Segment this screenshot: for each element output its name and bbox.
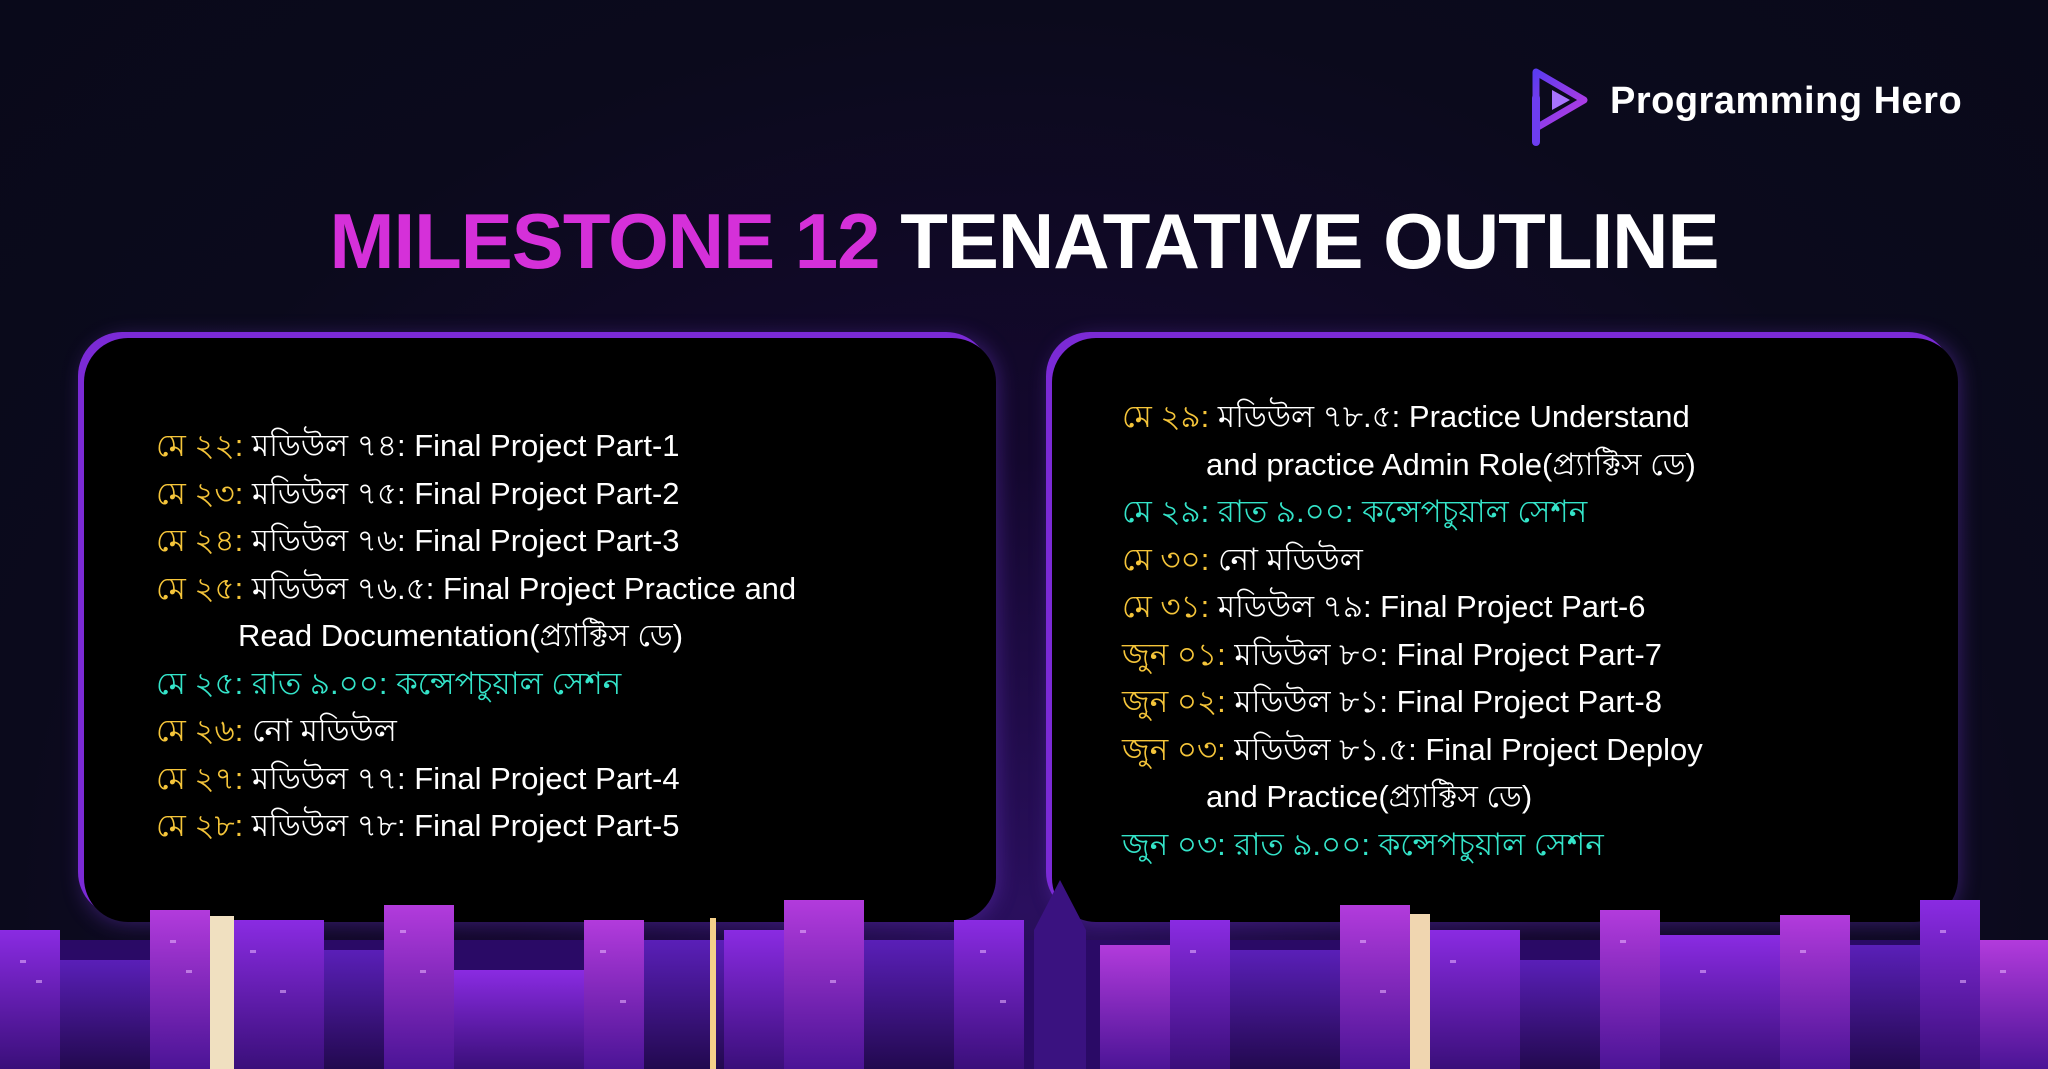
title-main: TENATATIVE OUTLINE (900, 197, 1719, 285)
play-triangle-icon (1532, 68, 1588, 146)
entry-text: মডিউল ৭৮.৫: Practice Understand (1217, 399, 1690, 434)
banner: Programming Hero MILESTONE 12 TENATATIVE… (0, 0, 2048, 1069)
schedule-entry-conceptual: জুন ০৩: রাত ৯.০০: কন্সেপচুয়াল সেশন (1122, 821, 1703, 869)
entry-date: মে ৩০: (1122, 541, 1210, 577)
schedule-entry: মে ২৬: নো মডিউল (156, 707, 796, 755)
entry-text: মডিউল ৭৯: Final Project Part-6 (1217, 589, 1646, 624)
entry-text: মডিউল ৭৬.৫: Final Project Practice and (251, 570, 797, 606)
entry-continuation: Read Documentation(প্র্যাক্টিস ডে) (238, 618, 684, 653)
schedule-entry: মে ৩১: মডিউল ৭৯: Final Project Part-6 (1122, 583, 1703, 631)
title-accent: MILESTONE 12 (329, 197, 880, 285)
schedule-entry: মে ২৫: মডিউল ৭৬.৫: Final Project Practic… (156, 565, 796, 660)
schedule-entry-conceptual: মে ২৯: রাত ৯.০০: কন্সেপচুয়াল সেশন (1122, 488, 1703, 536)
entry-text: মডিউল ৭৪: Final Project Part-1 (251, 428, 680, 463)
entry-continuation: and practice Admin Role(প্র্যাক্টিস ডে) (1206, 446, 1696, 482)
entry-date: মে ২৯: (1122, 399, 1210, 434)
schedule-entry: মে ২৮: মডিউল ৭৮: Final Project Part-5 (156, 802, 796, 850)
entry-text: মডিউল ৮০: Final Project Part-7 (1234, 636, 1662, 672)
schedule-card-right: মে ২৯: মডিউল ৭৮.৫: Practice Understand an… (1052, 338, 1958, 922)
schedule-entry: জুন ০২: মডিউল ৮১: Final Project Part-8 (1122, 678, 1703, 726)
entry-text: মডিউল ৭৭: Final Project Part-4 (251, 760, 680, 796)
schedule-entry: মে ২৪: মডিউল ৭৬: Final Project Part-3 (156, 517, 796, 565)
entry-text: রাত ৯.০০: কন্সেপচুয়াল সেশন (251, 665, 622, 701)
entry-text: মডিউল ৮১.৫: Final Project Deploy (1234, 731, 1703, 767)
entry-date: জুন ০২: (1122, 684, 1226, 719)
entry-text: মডিউল ৭৬: Final Project Part-3 (251, 523, 680, 558)
schedule-list-left: মে ২২: মডিউল ৭৪: Final Project Part-1 মে… (156, 422, 796, 850)
entry-text: নো মডিউল (1217, 541, 1363, 577)
entry-date: মে ২২: (156, 428, 244, 463)
schedule-entry: মে ২৩: মডিউল ৭৫: Final Project Part-2 (156, 470, 796, 518)
entry-date: মে ৩১: (1122, 589, 1210, 624)
entry-date: জুন ০৩: (1122, 731, 1226, 767)
schedule-entry: মে ২৯: মডিউল ৭৮.৫: Practice Understand an… (1122, 393, 1703, 488)
entry-date: মে ২৪: (156, 523, 244, 558)
entry-date: মে ২৫: (156, 570, 244, 606)
entry-date: জুন ০১: (1122, 636, 1226, 672)
entry-date: মে ২৩: (156, 475, 244, 511)
brand-name: Programming Hero (1610, 79, 1963, 122)
entry-date: মে ২৫: (156, 665, 244, 701)
schedule-entry: মে ২২: মডিউল ৭৪: Final Project Part-1 (156, 422, 796, 470)
entry-date: মে ২৭: (156, 760, 244, 796)
brand: Programming Hero (1530, 56, 1962, 146)
page-title: MILESTONE 12 TENATATIVE OUTLINE (0, 196, 2048, 287)
entry-date: মে ২৯: (1122, 494, 1210, 529)
city-skyline-illustration (0, 880, 2048, 1069)
schedule-entry-conceptual: মে ২৫: রাত ৯.০০: কন্সেপচুয়াল সেশন (156, 660, 796, 708)
entry-text: রাত ৯.০০: কন্সেপচুয়াল সেশন (1217, 494, 1588, 529)
schedule-entry: মে ৩০: নো মডিউল (1122, 536, 1703, 584)
schedule-list-right: মে ২৯: মডিউল ৭৮.৫: Practice Understand an… (1122, 393, 1703, 868)
schedule-card-left: মে ২২: মডিউল ৭৪: Final Project Part-1 মে… (84, 338, 996, 922)
entry-text: মডিউল ৮১: Final Project Part-8 (1234, 684, 1662, 719)
schedule-entry: মে ২৭: মডিউল ৭৭: Final Project Part-4 (156, 755, 796, 803)
entry-date: মে ২৬: (156, 713, 244, 748)
entry-continuation: and Practice(প্র্যাক্টিস ডে) (1206, 779, 1533, 814)
entry-text: মডিউল ৭৮: Final Project Part-5 (251, 808, 680, 843)
entry-date: জুন ০৩: (1122, 826, 1226, 862)
entry-text: নো মডিউল (251, 713, 397, 748)
schedule-entry: জুন ০৩: মডিউল ৮১.৫: Final Project Deploy… (1122, 726, 1703, 821)
entry-text: মডিউল ৭৫: Final Project Part-2 (251, 475, 680, 511)
entry-text: রাত ৯.০০: কন্সেপচুয়াল সেশন (1234, 826, 1604, 862)
schedule-entry: জুন ০১: মডিউল ৮০: Final Project Part-7 (1122, 631, 1703, 679)
entry-date: মে ২৮: (156, 808, 244, 843)
